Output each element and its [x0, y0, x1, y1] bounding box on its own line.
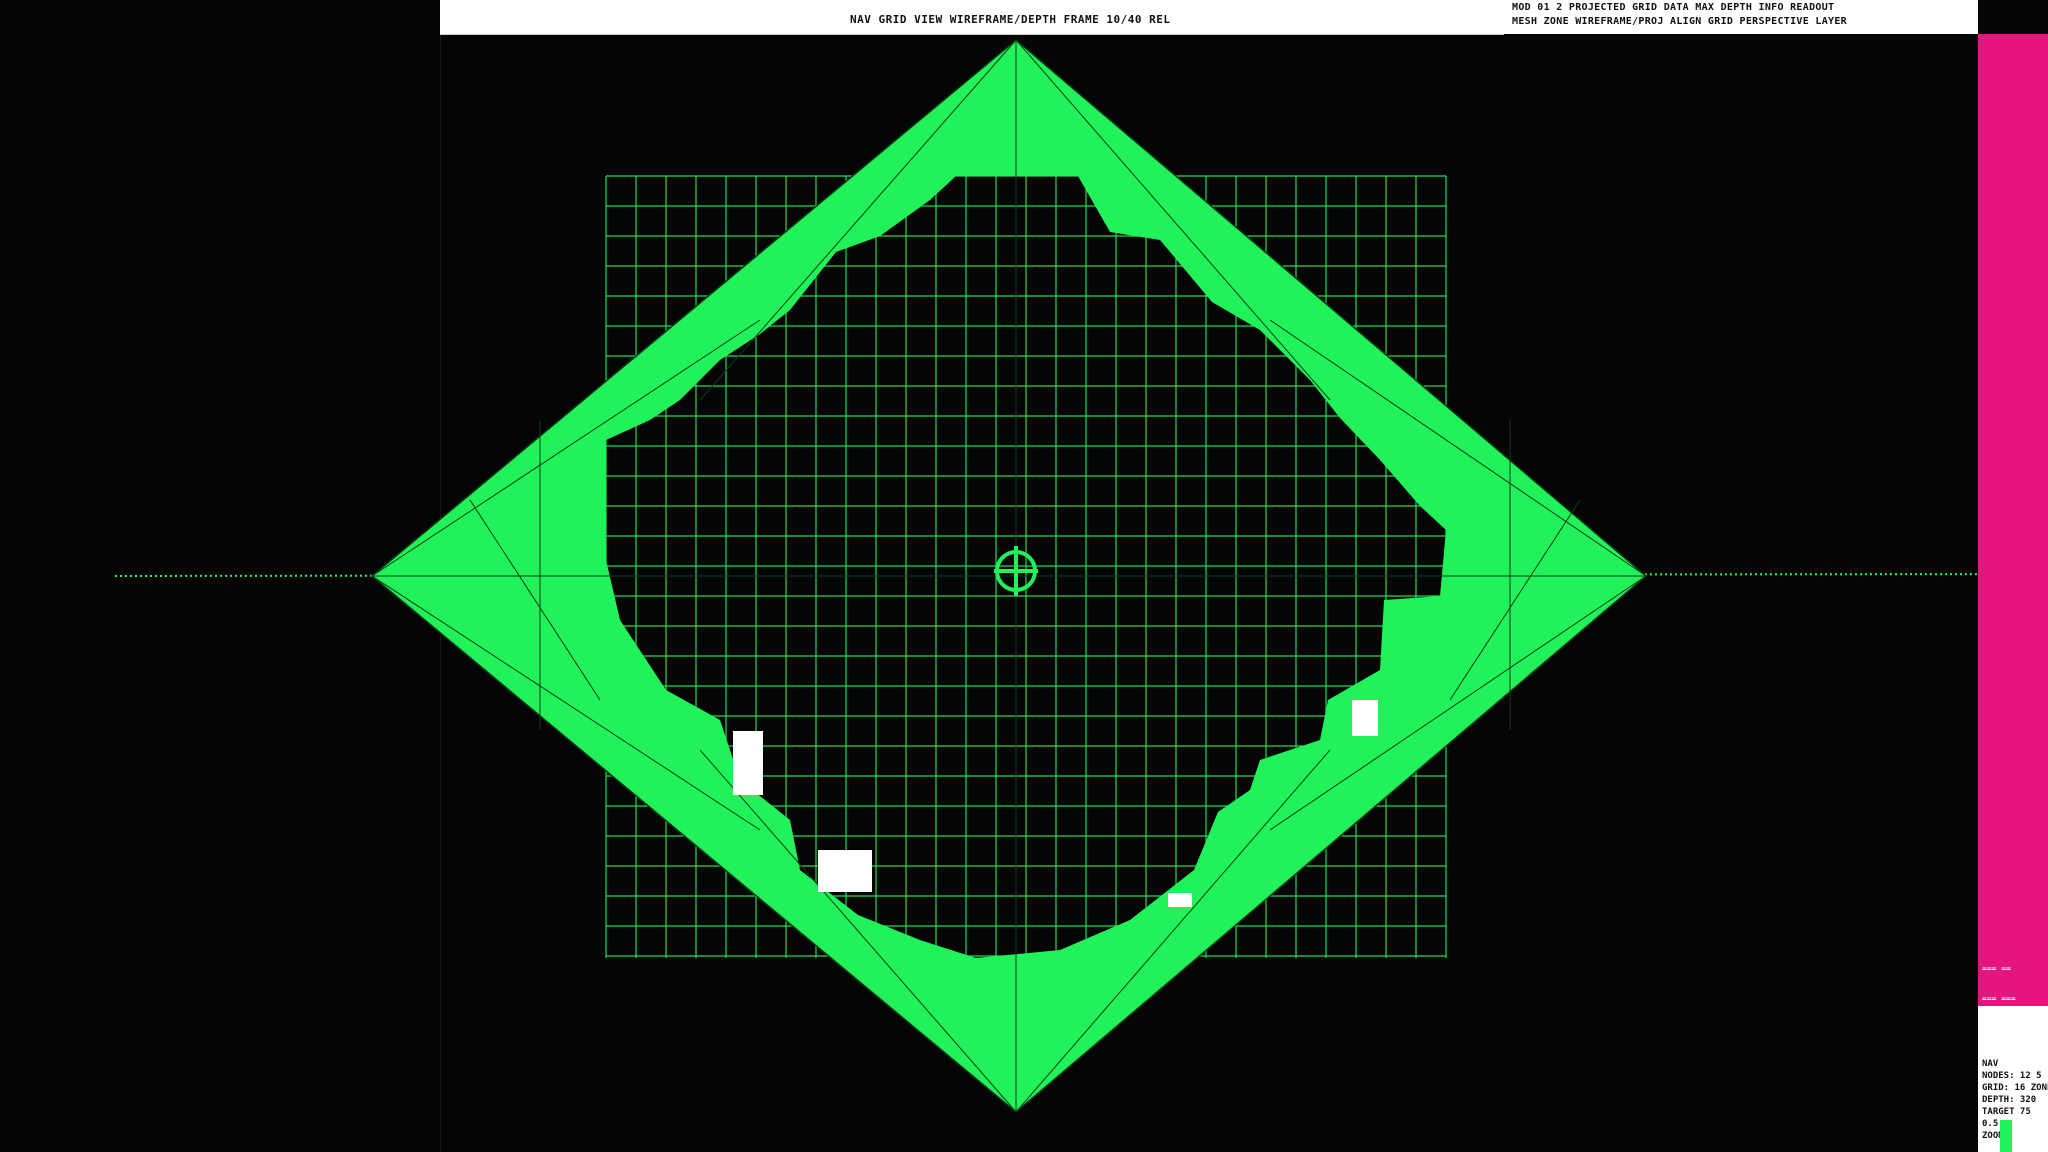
- white-block: [733, 731, 763, 795]
- viewport: NAV GRID VIEW WIREFRAME/DEPTH FRAME 10/4…: [0, 0, 2048, 1152]
- status-chip: [2000, 1120, 2012, 1152]
- legend-line: TARGET 75: [1982, 1107, 2031, 1117]
- magenta-line: === ===: [1982, 994, 2016, 1003]
- magenta-line: === ==: [1982, 964, 2011, 973]
- white-block: [818, 850, 872, 892]
- magenta-scroll-bar[interactable]: === == === === == === === ==: [1978, 34, 2048, 1063]
- white-block: [1168, 893, 1192, 907]
- legend-line: DEPTH: 320: [1982, 1095, 2037, 1105]
- legend-line: NODES: 12 5: [1982, 1071, 2042, 1081]
- legend-line: NAV: [1982, 1059, 1999, 1069]
- header-right-panel: MOD 01 2 PROJECTED GRID DATA MAX DEPTH I…: [1504, 0, 1978, 34]
- legend-line: ZOOM: [1982, 1131, 2004, 1141]
- magenta-line: == ===: [1982, 1024, 2011, 1033]
- legend-line: GRID: 16 ZONE: [1982, 1083, 2048, 1093]
- header-title: NAV GRID VIEW WIREFRAME/DEPTH FRAME 10/4…: [850, 13, 1171, 26]
- white-block: [1352, 700, 1378, 736]
- header-right-line-1: MOD 01 2 PROJECTED GRID DATA MAX DEPTH I…: [1512, 2, 1835, 13]
- side-panel: === == === === == === === == NAV NODES: …: [1978, 34, 2048, 1152]
- legend-line: 0.5: [1982, 1119, 1999, 1129]
- header-right-line-2: MESH ZONE WIREFRAME/PROJ ALIGN GRID PERS…: [1512, 16, 1847, 27]
- wireframe-diamond[interactable]: [0, 0, 2048, 1152]
- side-legend: NAV NODES: 12 5 GRID: 16 ZONE DEPTH: 320…: [1982, 1058, 2048, 1142]
- header-bar: NAV GRID VIEW WIREFRAME/DEPTH FRAME 10/4…: [440, 0, 1504, 35]
- header-left: NAV GRID VIEW WIREFRAME/DEPTH FRAME 10/4…: [440, 0, 1500, 34]
